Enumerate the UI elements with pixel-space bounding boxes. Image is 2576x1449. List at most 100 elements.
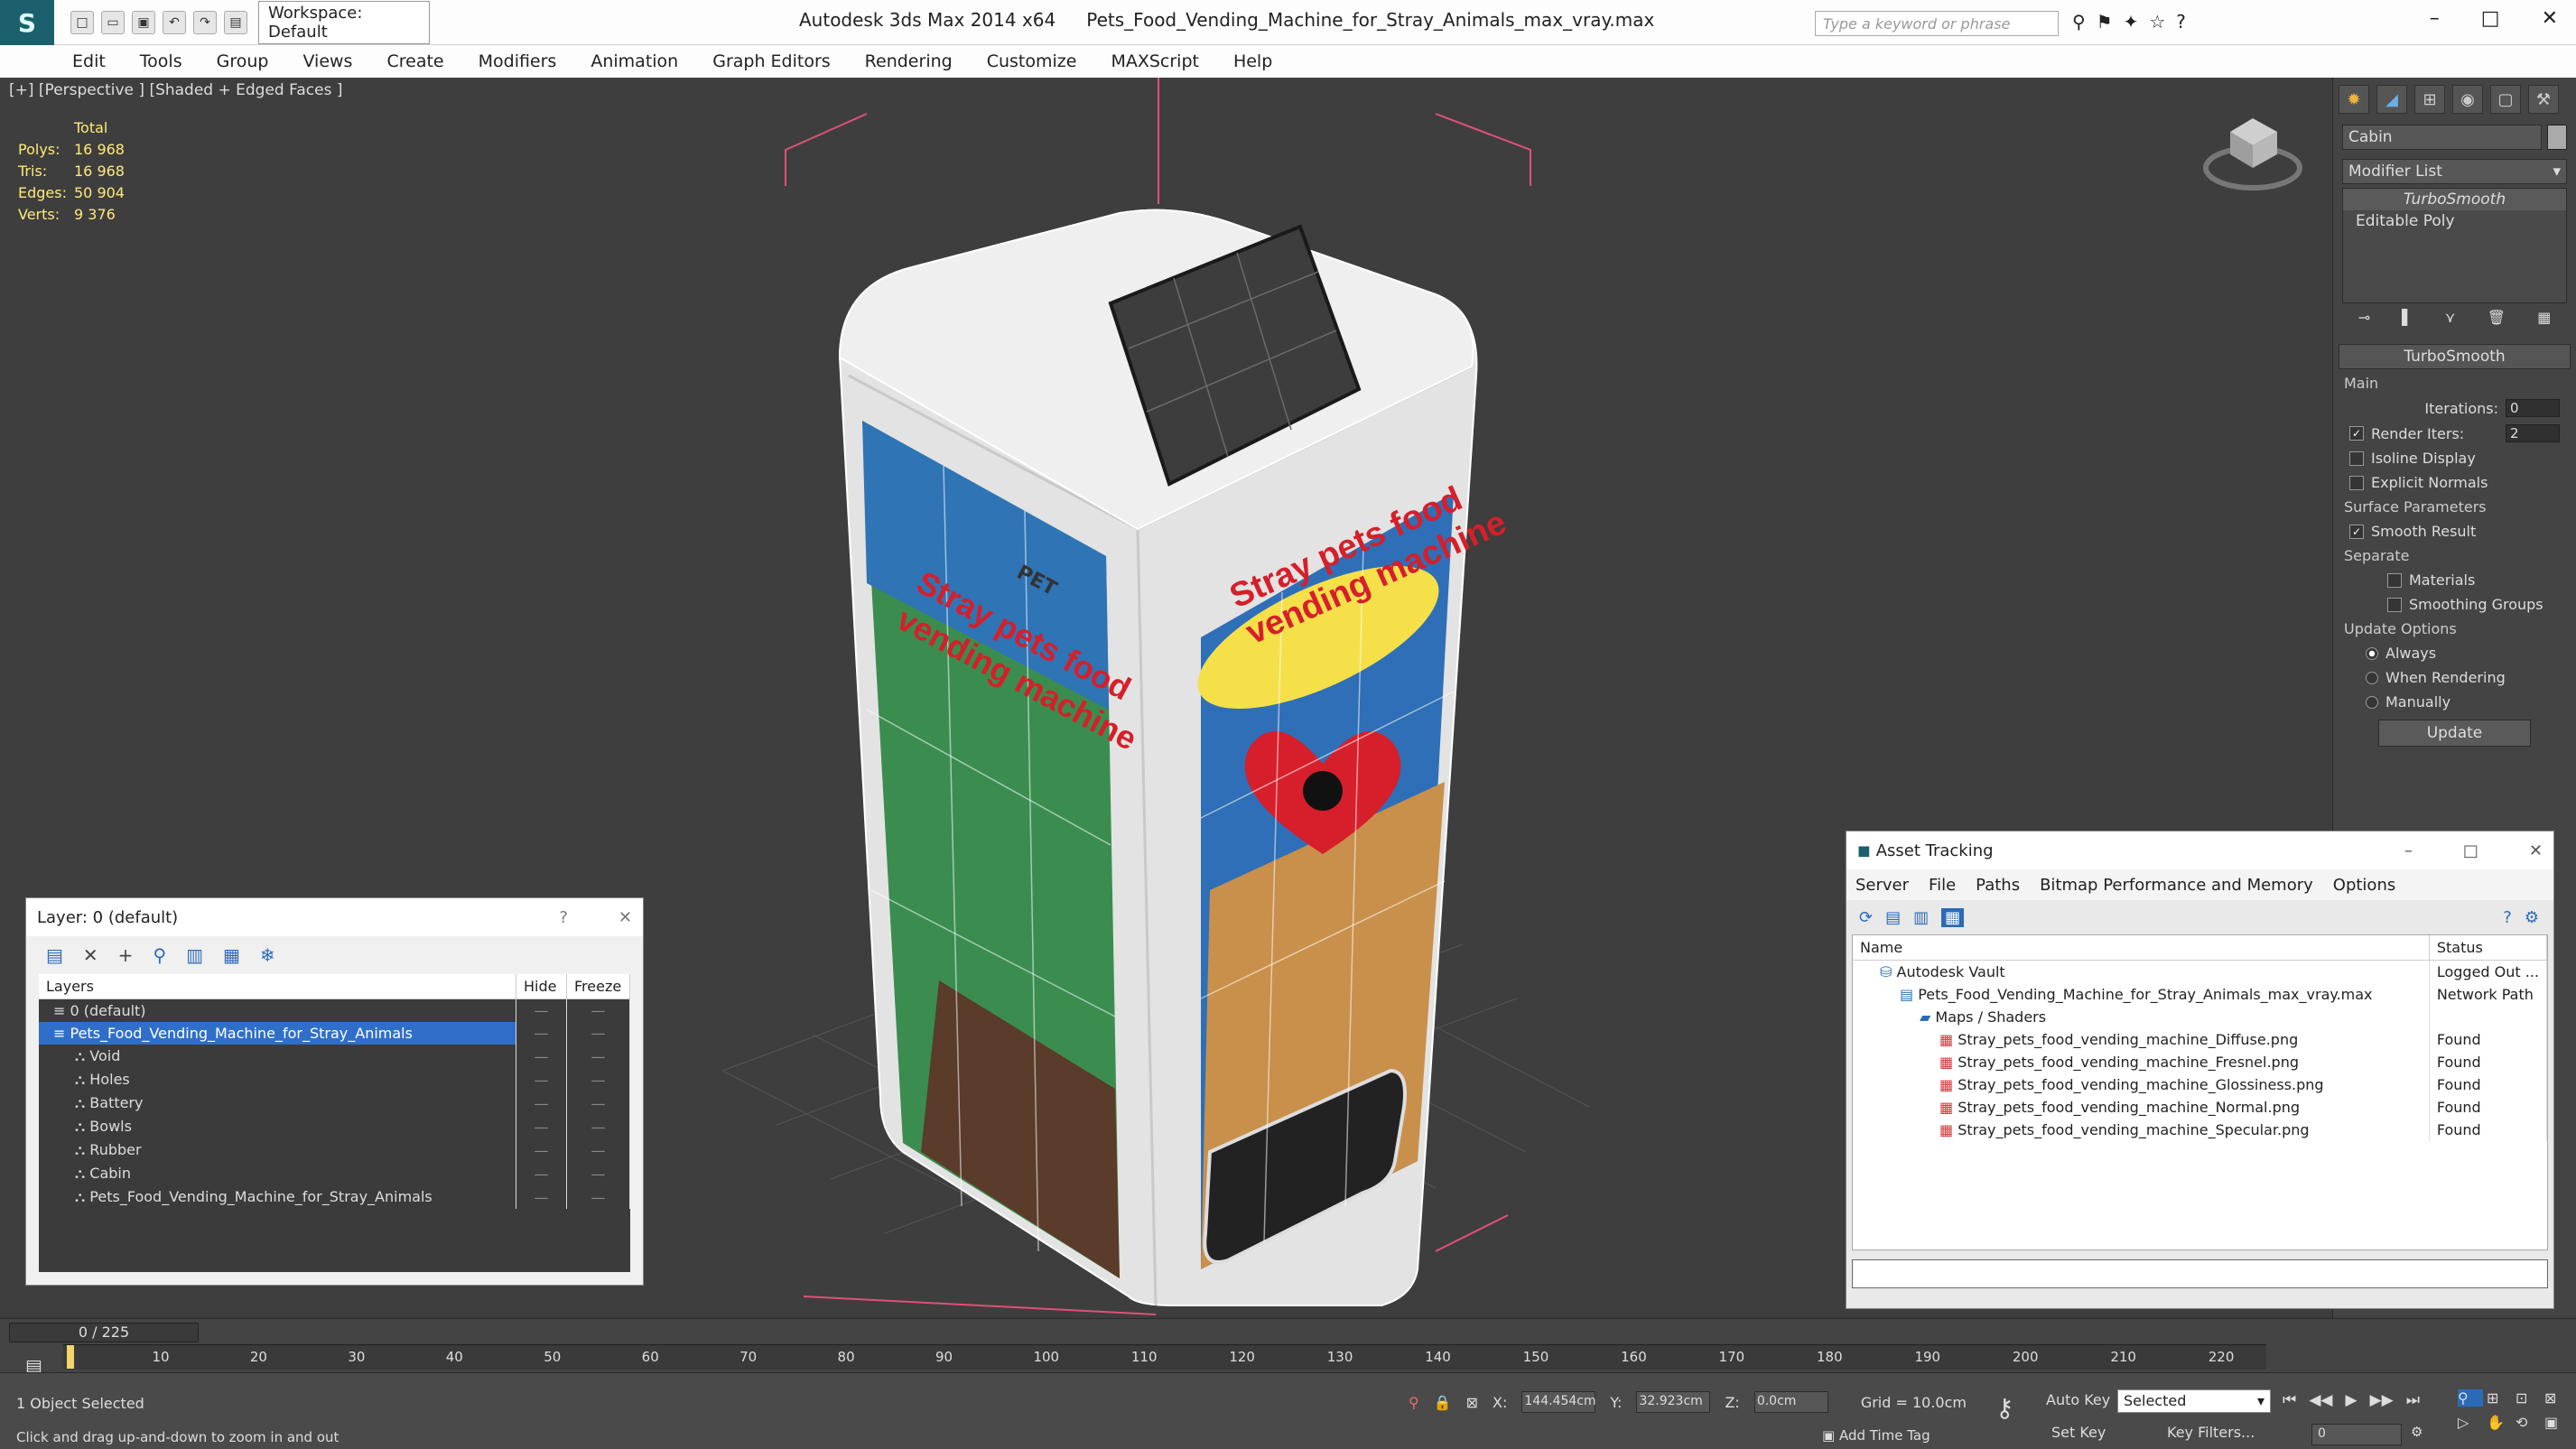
- zoom-all-icon[interactable]: ⊞: [2487, 1389, 2512, 1407]
- z-field[interactable]: 0.0cm: [1753, 1391, 1828, 1413]
- asset-path-field[interactable]: [1852, 1259, 2548, 1288]
- utilities-tab-icon[interactable]: ⚒: [2528, 85, 2559, 114]
- save-icon[interactable]: ▣: [132, 10, 155, 34]
- iterations-spinner[interactable]: 0: [2506, 399, 2560, 417]
- asset-row[interactable]: ⛁ Autodesk Vault Logged Out ...: [1853, 960, 2548, 983]
- asset-row[interactable]: ▦ Stray_pets_food_vending_machine_Diffus…: [1853, 1028, 2548, 1051]
- render-iters-spinner[interactable]: 2: [2506, 424, 2560, 442]
- menu-group[interactable]: Group: [217, 51, 269, 71]
- viewport-label[interactable]: [+] [Perspective ] [Shaded + Edged Faces…: [9, 81, 342, 99]
- field-of-view-icon[interactable]: ▷: [2458, 1414, 2483, 1431]
- menu-customize[interactable]: Customize: [987, 51, 1077, 71]
- layer-row[interactable]: ⛬ Void — —: [39, 1045, 630, 1068]
- configure-sets-icon[interactable]: ▦: [2537, 309, 2551, 326]
- render-iters-checkbox[interactable]: ✓: [2349, 426, 2364, 441]
- asset-menu-bitmap-performance-and-memory[interactable]: Bitmap Performance and Memory: [2040, 876, 2313, 895]
- layer-freeze-toggle[interactable]: —: [566, 1068, 630, 1091]
- detail-view-icon[interactable]: ▥: [1913, 908, 1929, 927]
- object-color-swatch[interactable]: [2547, 125, 2567, 150]
- next-frame-icon[interactable]: ▶▶: [2370, 1391, 2394, 1409]
- asset-row[interactable]: ▦ Stray_pets_food_vending_machine_Specul…: [1853, 1119, 2548, 1141]
- menu-modifiers[interactable]: Modifiers: [479, 51, 557, 71]
- time-config-icon[interactable]: ⚙: [2411, 1424, 2423, 1445]
- isoline-checkbox[interactable]: [2349, 450, 2364, 466]
- when-rendering-radio[interactable]: [2366, 671, 2378, 684]
- layer-row[interactable]: ⛬ Cabin — —: [39, 1162, 630, 1185]
- maximize-icon[interactable]: □: [2481, 7, 2500, 30]
- menu-maxscript[interactable]: MAXScript: [1111, 51, 1199, 71]
- timeline[interactable]: 0 / 225 ▤ 10 20 30 40 50 60 70 80 90 100 110 120 130…: [0, 1318, 2576, 1377]
- col-name[interactable]: Name: [1853, 935, 2430, 961]
- layer-freeze-toggle[interactable]: —: [566, 1022, 630, 1045]
- go-to-start-icon[interactable]: ⏮: [2283, 1391, 2296, 1409]
- modify-tab-icon[interactable]: ◢: [2376, 85, 2407, 114]
- layer-row[interactable]: ≡ Pets_Food_Vending_Machine_for_Stray_An…: [39, 1022, 630, 1045]
- asset-maximize-icon[interactable]: □: [2463, 841, 2478, 860]
- add-to-layer-icon[interactable]: +: [118, 944, 134, 966]
- orbit-icon[interactable]: ⟲: [2516, 1414, 2541, 1431]
- asset-menu-server[interactable]: Server: [1855, 876, 1909, 895]
- modifier-list-dropdown[interactable]: Modifier List ▾: [2342, 159, 2567, 184]
- app-logo-icon[interactable]: S: [0, 0, 54, 45]
- go-to-end-icon[interactable]: ⏭: [2406, 1391, 2420, 1409]
- show-end-result-icon[interactable]: ▌: [2402, 309, 2413, 326]
- previous-frame-icon[interactable]: ◀◀: [2309, 1391, 2332, 1409]
- menu-help[interactable]: Help: [1233, 51, 1272, 71]
- col-hide[interactable]: Hide: [516, 974, 567, 999]
- asset-close-icon[interactable]: ✕: [2529, 841, 2543, 860]
- close-icon[interactable]: ✕: [2542, 7, 2558, 30]
- layer-freeze-toggle[interactable]: —: [566, 1091, 630, 1115]
- update-button[interactable]: Update: [2378, 720, 2531, 747]
- layer-hide-toggle[interactable]: —: [516, 1138, 567, 1162]
- layer-freeze-toggle[interactable]: —: [566, 1138, 630, 1162]
- layer-hide-toggle[interactable]: —: [516, 999, 567, 1022]
- layer-freeze-toggle[interactable]: —: [566, 1162, 630, 1185]
- key-set-dropdown[interactable]: Selected ▾: [2117, 1389, 2271, 1413]
- hierarchy-tab-icon[interactable]: ⊞: [2414, 85, 2445, 114]
- menu-rendering[interactable]: Rendering: [865, 51, 953, 71]
- undo-icon[interactable]: ↶: [163, 10, 186, 34]
- layer-freeze-toggle[interactable]: —: [566, 1045, 630, 1068]
- object-name-field[interactable]: Cabin: [2342, 125, 2542, 150]
- lock-selection-icon[interactable]: 🔒: [1434, 1394, 1452, 1411]
- asset-minimize-icon[interactable]: –: [2404, 841, 2413, 860]
- layer-hide-toggle[interactable]: —: [516, 1162, 567, 1185]
- layer-row[interactable]: ⛬ Bowls — —: [39, 1115, 630, 1138]
- menu-edit[interactable]: Edit: [72, 51, 106, 71]
- list-view-icon[interactable]: ▤: [1885, 908, 1901, 927]
- absolute-mode-icon[interactable]: ⊠: [1466, 1394, 1478, 1411]
- remove-modifier-icon[interactable]: 🗑: [2488, 309, 2506, 326]
- col-freeze[interactable]: Freeze: [566, 974, 630, 999]
- layer-row[interactable]: ⛬ Pets_Food_Vending_Machine_for_Stray_An…: [39, 1185, 630, 1209]
- layer-hide-toggle[interactable]: —: [516, 1045, 567, 1068]
- asset-menu-options[interactable]: Options: [2333, 876, 2395, 895]
- asset-help-icon[interactable]: ?: [2503, 908, 2512, 927]
- maximize-viewport-icon[interactable]: ▣: [2544, 1414, 2570, 1431]
- always-radio[interactable]: [2366, 646, 2378, 660]
- layer-hide-toggle[interactable]: —: [516, 1115, 567, 1138]
- asset-settings-icon[interactable]: ⚙: [2525, 908, 2539, 927]
- layer-hide-toggle[interactable]: —: [516, 1022, 567, 1045]
- asset-menu-paths[interactable]: Paths: [1976, 876, 2020, 895]
- smoothing-groups-checkbox[interactable]: [2387, 597, 2402, 612]
- menu-graph-editors[interactable]: Graph Editors: [712, 51, 830, 71]
- menu-views[interactable]: Views: [302, 51, 352, 71]
- layer-freeze-toggle[interactable]: —: [566, 1185, 630, 1209]
- layer-row[interactable]: ⛬ Rubber — —: [39, 1138, 630, 1162]
- search-input[interactable]: Type a keyword or phrase: [1815, 11, 2059, 36]
- pan-icon[interactable]: ✋: [2487, 1414, 2512, 1431]
- materials-checkbox[interactable]: [2387, 572, 2402, 588]
- layer-freeze-toggle[interactable]: —: [566, 999, 630, 1022]
- delete-layer-icon[interactable]: ✕: [83, 944, 98, 966]
- layer-hide-toggle[interactable]: —: [516, 1068, 567, 1091]
- layer-hide-toggle[interactable]: —: [516, 1091, 567, 1115]
- col-status[interactable]: Status: [2429, 935, 2548, 961]
- table-view-icon[interactable]: ▦: [1941, 907, 1965, 927]
- binoculars-icon[interactable]: ⚲: [2072, 11, 2086, 33]
- open-file-icon[interactable]: ▭: [101, 10, 125, 34]
- project-folder-icon[interactable]: ▤: [224, 10, 247, 34]
- asset-row[interactable]: ▦ Stray_pets_food_vending_machine_Normal…: [1853, 1096, 2548, 1119]
- layer-row[interactable]: ⛬ Holes — —: [39, 1068, 630, 1091]
- asset-row[interactable]: ▰ Maps / Shaders: [1853, 1006, 2548, 1028]
- asset-row[interactable]: ▦ Stray_pets_food_vending_machine_Fresne…: [1853, 1051, 2548, 1073]
